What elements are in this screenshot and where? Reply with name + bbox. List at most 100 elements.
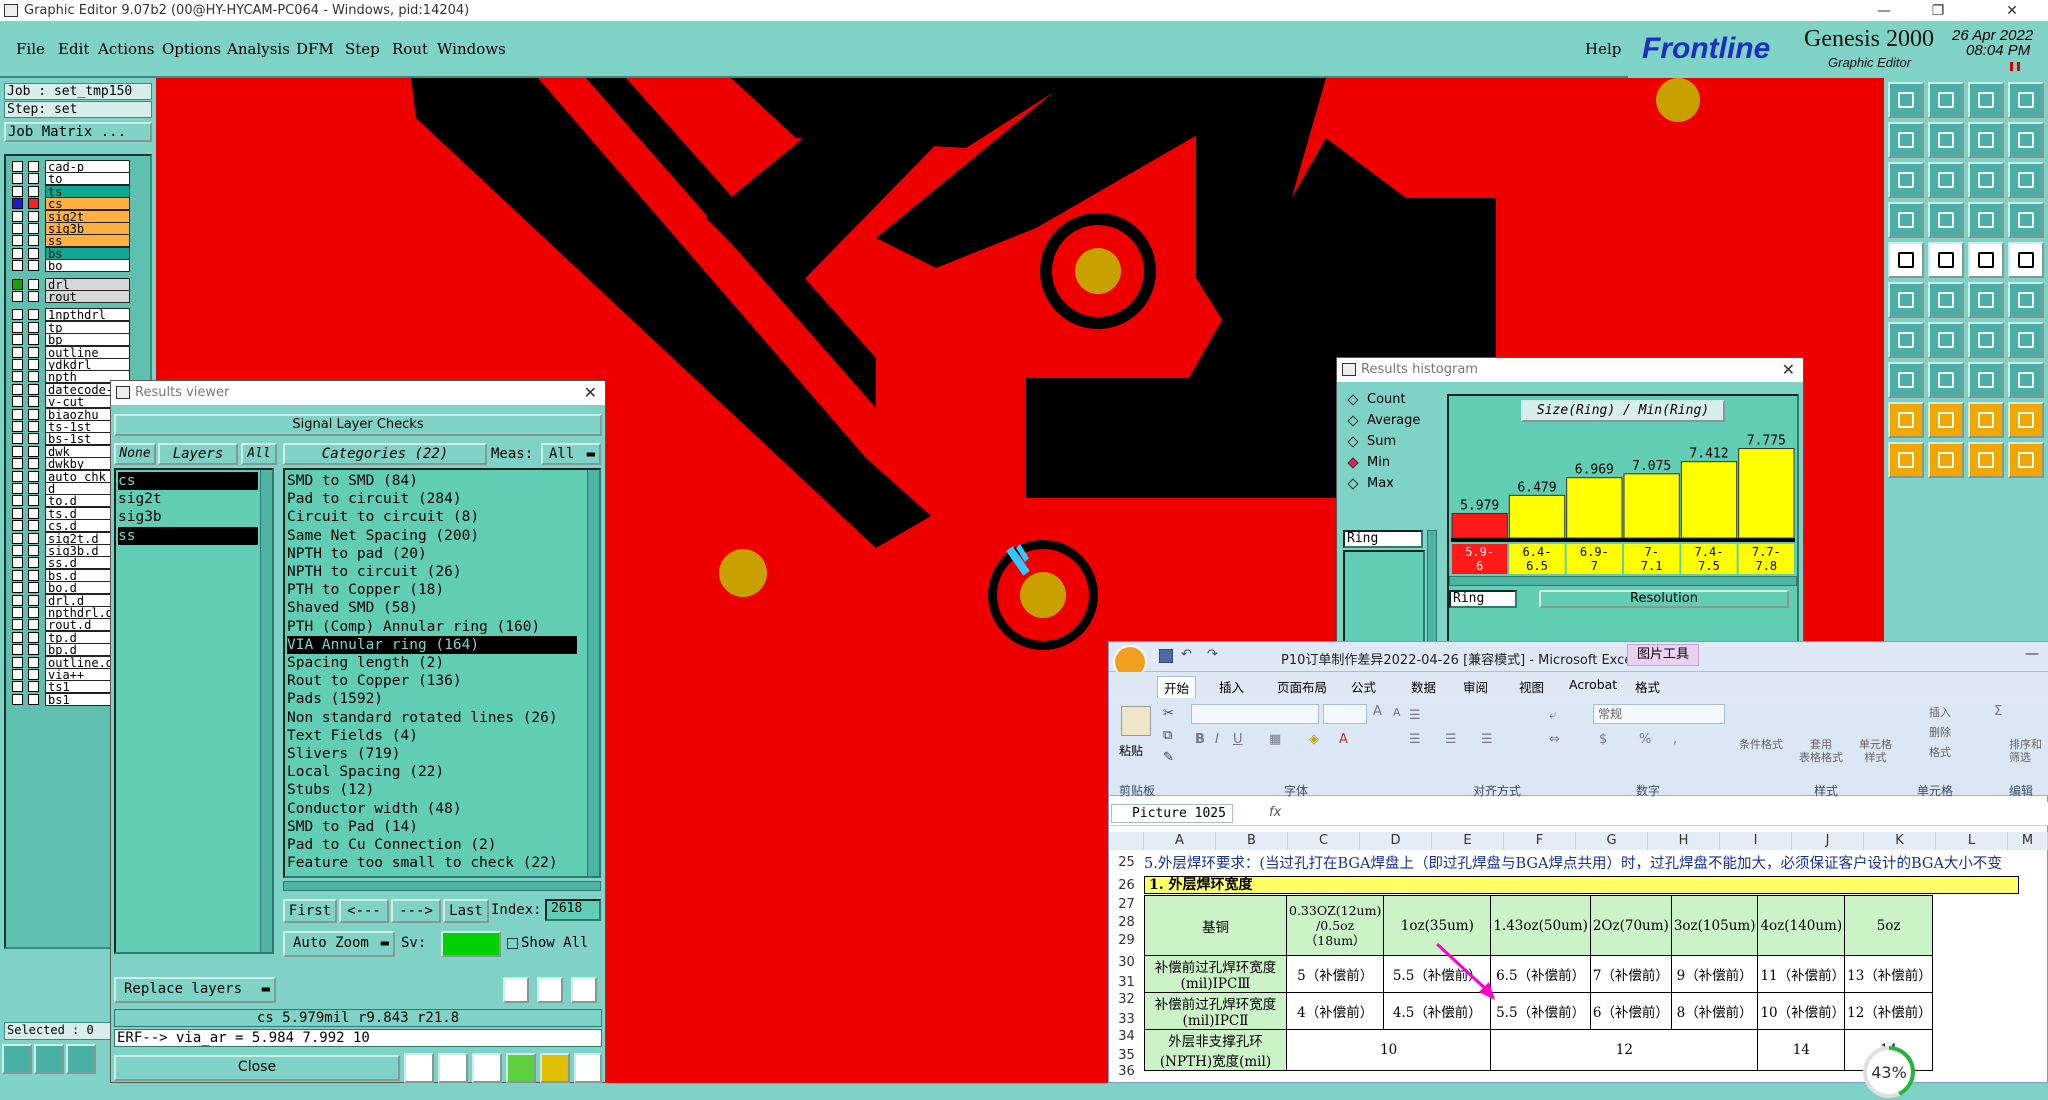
layer-checkbox[interactable] [12, 495, 23, 507]
export-icon[interactable] [438, 1053, 468, 1083]
layer-checkbox[interactable] [12, 669, 23, 680]
restore-button[interactable]: ❐ [1916, 0, 1960, 22]
fill-color-icon[interactable]: ◈ [1309, 732, 1319, 747]
format-as-table-button[interactable]: 套用 表格格式 [1799, 738, 1843, 764]
category-list-item[interactable]: VIA Annular ring (164) [287, 635, 577, 655]
layer-affected-box[interactable] [28, 445, 39, 457]
help-icon[interactable] [2008, 162, 2044, 198]
undo-icon[interactable] [1968, 122, 2004, 158]
layer-affected-box[interactable] [28, 421, 39, 432]
layer-affected-box[interactable] [28, 346, 39, 358]
fit-icon[interactable] [1888, 162, 1924, 198]
align-right-icon[interactable]: ☰ [1481, 732, 1493, 747]
tool-icon-b[interactable] [34, 1044, 64, 1074]
save-icon[interactable] [1928, 82, 1964, 118]
net-icon[interactable] [1888, 282, 1924, 318]
pad-icon[interactable] [2008, 282, 2044, 318]
hist-option[interactable]: Count [1343, 390, 1433, 410]
histogram-bar[interactable] [1566, 477, 1623, 539]
layer-checkbox[interactable] [12, 321, 23, 333]
histogram-bar[interactable] [1451, 512, 1508, 539]
category-list-item[interactable]: Non standard rotated lines (26) [287, 709, 577, 727]
layer-list-item[interactable]: ss [118, 526, 258, 545]
category-list-item[interactable]: Circuit to circuit (8) [287, 508, 577, 526]
picture-tools-tab[interactable]: 图片工具 [1627, 644, 1699, 666]
row-header[interactable]: 29 [1109, 933, 1144, 948]
category-list-item[interactable]: Feature too small to check (22) [287, 854, 577, 872]
layer-affected-box[interactable] [28, 656, 39, 668]
font-size-dropdown[interactable] [1323, 704, 1367, 724]
column-header[interactable]: G [1576, 832, 1648, 850]
layer-affected-box[interactable] [28, 359, 39, 370]
tool-icon-a[interactable] [2, 1044, 32, 1074]
open-icon[interactable] [1888, 82, 1924, 118]
triangle-icon[interactable] [1888, 402, 1924, 438]
prev-button[interactable]: <--- [339, 899, 389, 923]
layer-checkbox[interactable] [12, 371, 23, 383]
left-icon[interactable] [1888, 122, 1924, 158]
grid-icon[interactable] [1928, 202, 1964, 238]
layer-row[interactable]: rout [10, 290, 130, 304]
column-header[interactable]: A [1144, 832, 1216, 850]
radio-diamond-icon[interactable] [1347, 478, 1359, 490]
menu-windows[interactable]: Windows [437, 40, 506, 58]
refresh-icon[interactable] [537, 977, 563, 1003]
radio-diamond-icon[interactable] [1347, 394, 1359, 406]
snap-icon[interactable] [1968, 202, 2004, 238]
close-window-button[interactable]: ✕ [1990, 0, 2034, 22]
layer-checkbox[interactable] [12, 396, 23, 408]
row-header[interactable]: 33 [1109, 1012, 1144, 1027]
categories-listbox[interactable]: SMD to SMD (84) Pad to circuit (284) Circu… [283, 468, 601, 878]
layer-affected-box[interactable] [28, 644, 39, 656]
layer-affected-box[interactable] [28, 173, 39, 185]
layer-checkbox[interactable] [12, 582, 23, 594]
merge-icon[interactable]: ⇔ [1549, 732, 1560, 747]
ribbon-tab[interactable]: Acrobat [1563, 676, 1623, 693]
layer-affected-box[interactable] [28, 619, 39, 631]
layer-affected-box[interactable] [28, 185, 39, 197]
layer-affected-box[interactable] [28, 545, 39, 556]
layer-affected-box[interactable] [28, 582, 39, 594]
layer-checkbox[interactable] [12, 346, 23, 358]
hist-option[interactable]: Sum [1343, 432, 1433, 452]
report-icon[interactable] [540, 1053, 570, 1083]
home-icon[interactable] [1968, 82, 2004, 118]
results-viewer-close-icon[interactable]: ✕ [584, 381, 597, 405]
minus-icon[interactable] [1928, 362, 1964, 398]
category-list-item[interactable]: NPTH to pad (20) [287, 545, 577, 563]
category-list-item[interactable]: Pad to Cu Connection (2) [287, 836, 577, 854]
bold-icon[interactable]: B [1195, 732, 1205, 747]
draw-icon[interactable] [1888, 322, 1924, 358]
layer-affected-box[interactable] [28, 371, 39, 383]
point-icon[interactable] [2008, 242, 2044, 278]
row-header[interactable]: 32 [1109, 992, 1144, 1007]
layer-affected-box[interactable] [28, 669, 39, 680]
layer-checkbox[interactable] [12, 532, 23, 544]
radio-diamond-icon[interactable] [1347, 457, 1359, 469]
meas-dropdown[interactable]: All ▬ [541, 443, 601, 465]
font-color-icon[interactable]: A [1339, 732, 1348, 747]
layer-affected-box[interactable] [28, 247, 39, 259]
paste-icon[interactable] [1121, 706, 1151, 736]
align-left-icon[interactable]: ☰ [1409, 732, 1421, 747]
move-icon[interactable] [2008, 362, 2044, 398]
hist-option[interactable]: Max [1343, 474, 1433, 494]
categories-scrollbar[interactable] [587, 470, 599, 876]
undo-icon[interactable]: ↶ [1181, 647, 1192, 662]
layer-affected-box[interactable] [28, 507, 39, 519]
number-format-dropdown[interactable]: 常规 [1593, 704, 1725, 724]
none-button[interactable]: None [114, 443, 156, 465]
layer-checkbox[interactable] [12, 278, 23, 290]
layer-affected-box[interactable] [28, 607, 39, 618]
layer-checkbox[interactable] [12, 247, 23, 259]
layer-checkbox[interactable] [12, 520, 23, 532]
menu-rout[interactable]: Rout [392, 40, 428, 58]
layer-affected-box[interactable] [28, 198, 39, 210]
cut-icon[interactable] [1968, 442, 2004, 478]
select-icon[interactable] [1928, 442, 1964, 478]
row-header[interactable]: 31 [1109, 975, 1144, 990]
menu-actions[interactable]: Actions [98, 40, 154, 58]
font-name-dropdown[interactable] [1191, 704, 1319, 724]
category-list-item[interactable]: PTH to Copper (18) [287, 581, 577, 599]
layer-affected-box[interactable] [28, 483, 39, 494]
